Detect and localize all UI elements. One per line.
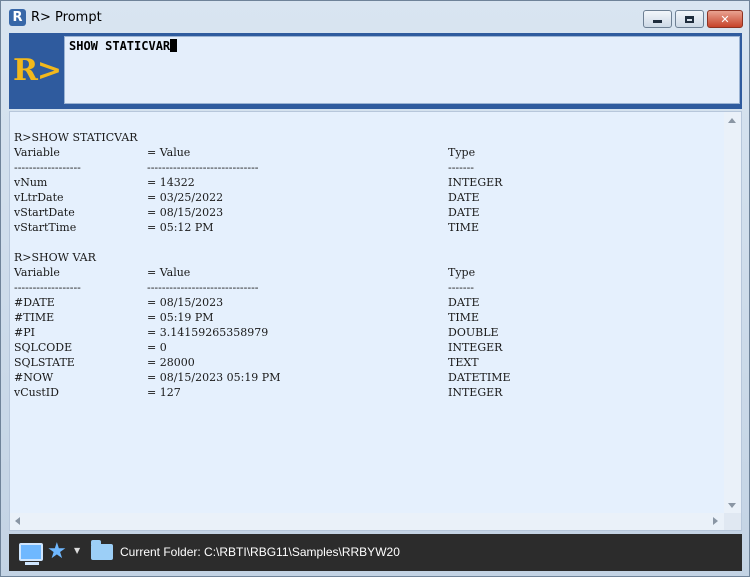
close-icon: ✕ bbox=[720, 12, 730, 26]
minimize-icon bbox=[653, 20, 662, 23]
output-value: = 08/15/2023 bbox=[147, 206, 224, 219]
scroll-right-icon[interactable] bbox=[713, 517, 718, 525]
output-value: = 03/25/2022 bbox=[147, 191, 224, 204]
output-variable: #PI bbox=[14, 326, 35, 339]
vertical-scrollbar[interactable] bbox=[724, 112, 741, 514]
output-type: DOUBLE bbox=[448, 326, 499, 339]
output-value: = 05:19 PM bbox=[147, 311, 214, 324]
command-area: R> SHOW STATICVAR bbox=[9, 33, 742, 109]
r-prompt-window: R R> Prompt ✕ R> SHOW STATICVAR R>SHOW S… bbox=[0, 0, 750, 577]
output-variable: #TIME bbox=[14, 311, 55, 324]
output-type: TIME bbox=[448, 311, 479, 324]
app-icon[interactable]: R bbox=[9, 9, 26, 26]
minimize-button[interactable] bbox=[643, 10, 672, 28]
monitor-icon[interactable] bbox=[19, 543, 43, 565]
output-value: ------------------------------ bbox=[147, 161, 259, 174]
command-input[interactable]: SHOW STATICVAR bbox=[64, 36, 740, 104]
output-type: Type bbox=[448, 146, 476, 159]
output-value: = 05:12 PM bbox=[147, 221, 214, 234]
text-cursor bbox=[170, 39, 178, 52]
output-type: INTEGER bbox=[448, 386, 503, 399]
output-type: ------- bbox=[448, 281, 475, 294]
output-variable: #DATE bbox=[14, 296, 55, 309]
title-bar[interactable]: R R> Prompt ✕ bbox=[1, 1, 749, 33]
output-type: TIME bbox=[448, 221, 479, 234]
scroll-left-icon[interactable] bbox=[15, 517, 20, 525]
output-type: DATE bbox=[448, 191, 480, 204]
r-logo: R> bbox=[13, 53, 62, 88]
output-variable: ------------------ bbox=[14, 161, 81, 174]
output-type: TEXT bbox=[448, 356, 479, 369]
output-value: = Value bbox=[147, 266, 191, 279]
output-variable: vStartTime bbox=[14, 221, 77, 234]
command-text: SHOW STATICVAR bbox=[69, 39, 171, 53]
window-title: R> Prompt bbox=[31, 10, 102, 25]
scroll-down-icon[interactable] bbox=[728, 503, 736, 508]
output-variable: vCustID bbox=[14, 386, 59, 399]
status-bar: ★ ▼ Current Folder: C:\RBTI\RBG11\Sample… bbox=[9, 534, 742, 571]
output-value: = 0 bbox=[147, 341, 167, 354]
output-variable: R>SHOW STATICVAR bbox=[14, 131, 138, 144]
horizontal-scrollbar[interactable] bbox=[10, 513, 724, 530]
maximize-button[interactable] bbox=[675, 10, 704, 28]
output-variable: Variable bbox=[14, 146, 60, 159]
output-value: = 127 bbox=[147, 386, 181, 399]
output-variable: vStartDate bbox=[14, 206, 75, 219]
chevron-down-icon[interactable]: ▼ bbox=[74, 546, 80, 555]
output-variable: vLtrDate bbox=[14, 191, 64, 204]
output-value: = Value bbox=[147, 146, 191, 159]
current-folder-text: Current Folder: C:\RBTI\RBG11\Samples\RR… bbox=[120, 545, 400, 559]
scrollbar-corner bbox=[724, 513, 741, 530]
output-value: = 14322 bbox=[147, 176, 195, 189]
output-value: = 28000 bbox=[147, 356, 195, 369]
star-icon[interactable]: ★ bbox=[47, 539, 67, 565]
output-variable: Variable bbox=[14, 266, 60, 279]
output-type: Type bbox=[448, 266, 476, 279]
output-value: = 08/15/2023 05:19 PM bbox=[147, 371, 281, 384]
maximize-icon bbox=[685, 15, 694, 23]
output-type: INTEGER bbox=[448, 341, 503, 354]
output-type: DATE bbox=[448, 296, 480, 309]
output-variable: ------------------ bbox=[14, 281, 81, 294]
output-variable: SQLCODE bbox=[14, 341, 73, 354]
output-variable: R>SHOW VAR bbox=[14, 251, 96, 264]
close-button[interactable]: ✕ bbox=[707, 10, 743, 28]
output-variable: SQLSTATE bbox=[14, 356, 75, 369]
output-type: DATE bbox=[448, 206, 480, 219]
output-type: ------- bbox=[448, 161, 475, 174]
output-value: = 08/15/2023 bbox=[147, 296, 224, 309]
output-value: = 3.14159265358979 bbox=[147, 326, 269, 339]
output-type: INTEGER bbox=[448, 176, 503, 189]
folder-icon[interactable] bbox=[91, 540, 113, 560]
output-value: ------------------------------ bbox=[147, 281, 259, 294]
output-variable: vNum bbox=[14, 176, 48, 189]
output-type: DATETIME bbox=[448, 371, 511, 384]
scroll-up-icon[interactable] bbox=[728, 118, 736, 123]
output-pane[interactable]: R>SHOW STATICVAR Variable = Value Type -----… bbox=[9, 111, 742, 531]
output-variable: #NOW bbox=[14, 371, 54, 384]
